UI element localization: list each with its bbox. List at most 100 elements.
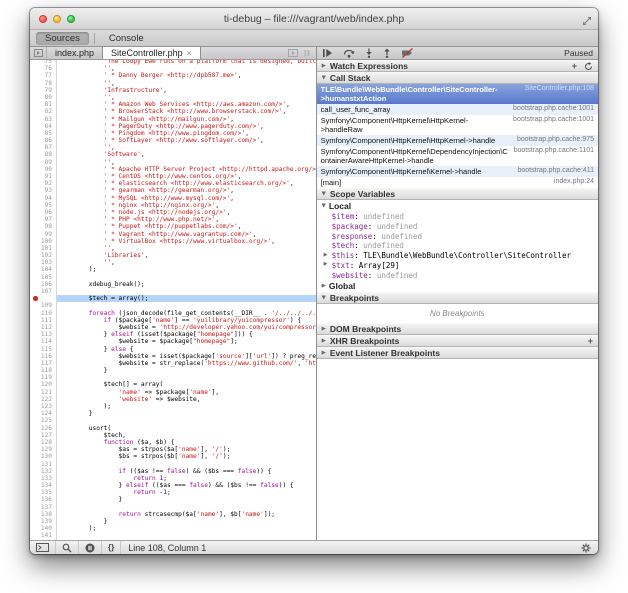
tab-console[interactable]: Console	[100, 32, 153, 45]
code-line-111[interactable]: if ($package['name'] == 'yuilibrary/yuic…	[57, 317, 316, 324]
gutter-line-93[interactable]: 93	[30, 187, 56, 194]
zoom-window-button[interactable]	[67, 15, 75, 23]
code-line-82[interactable]: ' * BrowserStack <http://www.browserstac…	[57, 108, 316, 115]
code-line-116[interactable]: $website = isset($package['source']['url…	[57, 353, 316, 360]
code-line-87[interactable]: '',	[57, 144, 316, 151]
gutter-line-109[interactable]: 109	[30, 302, 56, 309]
gutter-line-78[interactable]: 78	[30, 80, 56, 87]
gutter-line-120[interactable]: 120	[30, 381, 56, 388]
code-line-129[interactable]: $as = strpos($a['name'], '/');	[57, 446, 316, 453]
gutter-line-95[interactable]: 95	[30, 202, 56, 209]
callstack-frame[interactable]: bootstrap.php.cache:1001Symfony\Componen…	[317, 115, 598, 135]
gutter-line-106[interactable]: 106	[30, 281, 56, 288]
code-line-101[interactable]: '',	[57, 245, 316, 252]
scope-variables-header[interactable]: ▼ Scope Variables	[317, 188, 598, 200]
callstack-frame[interactable]: bootstrap.php.cache:1101Symfony\Componen…	[317, 146, 598, 166]
code-line-76[interactable]: '',	[57, 65, 316, 72]
code-line-80[interactable]: '',	[57, 94, 316, 101]
code-line-118[interactable]: }	[57, 367, 316, 374]
gutter-line-118[interactable]: 118	[30, 367, 56, 374]
gutter-line-107[interactable]: 107	[30, 288, 56, 295]
gutter-line-135[interactable]: 135	[30, 489, 56, 496]
refresh-icon[interactable]	[584, 62, 593, 71]
gutter-line-79[interactable]: 79	[30, 87, 56, 94]
gutter-line-102[interactable]: 102	[30, 252, 56, 259]
gutter-line-116[interactable]: 116	[30, 353, 56, 360]
gutter[interactable]: 7576777879808182838485868788899091929394…	[30, 60, 57, 540]
code-line-103[interactable]: '',	[57, 259, 316, 266]
gutter-line-98[interactable]: 98	[30, 223, 56, 230]
gutter-line-139[interactable]: 139	[30, 518, 56, 525]
code-line-124[interactable]: }	[57, 410, 316, 417]
scope-group-header[interactable]: ▶Global	[317, 280, 598, 292]
settings-gear-icon[interactable]	[574, 541, 598, 554]
code-line-131[interactable]	[57, 461, 316, 468]
code-line-84[interactable]: ' * PagerDuty <http://www.pagerduty.com/…	[57, 123, 316, 130]
gutter-line-113[interactable]: 113	[30, 331, 56, 338]
scope-variable[interactable]: ▶$this: TLE\Bundle\WebBundle\Controller\…	[317, 251, 598, 261]
gutter-line-126[interactable]: 126	[30, 425, 56, 432]
gutter-line-99[interactable]: 99	[30, 231, 56, 238]
add-xhr-breakpoint-icon[interactable]: +	[588, 337, 593, 346]
code-line-98[interactable]: ' * Puppet <http://puppetlabs.com/>',	[57, 223, 316, 230]
gutter-line-105[interactable]: 105	[30, 274, 56, 281]
callstack-frame[interactable]: index.php:24[main]	[317, 177, 598, 188]
pause-panel-icon[interactable]	[304, 49, 310, 57]
call-stack-header[interactable]: ▼ Call Stack	[317, 72, 598, 84]
gutter-line-90[interactable]: 90	[30, 166, 56, 173]
code-line-90[interactable]: ' * Apache HTTP Server Project <http://h…	[57, 166, 316, 173]
gutter-line-101[interactable]: 101	[30, 245, 56, 252]
code-line-94[interactable]: ' * MySQL <http://www.mysql.com/>',	[57, 195, 316, 202]
gutter-line-83[interactable]: 83	[30, 116, 56, 123]
gutter-line-89[interactable]: 89	[30, 159, 56, 166]
code-line-139[interactable]: }	[57, 518, 316, 525]
code-line-92[interactable]: ' * elasticsearch <http://www.elasticsea…	[57, 180, 316, 187]
code-line-85[interactable]: ' * Pingdom <http://www.pingdom.com/>',	[57, 130, 316, 137]
gutter-line-87[interactable]: 87	[30, 144, 56, 151]
code-line-79[interactable]: 'Infrastructure',	[57, 87, 316, 94]
pretty-print-button[interactable]: {}	[102, 541, 121, 554]
code-line-96[interactable]: ' * node.js <http://nodejs.org/>',	[57, 209, 316, 216]
tab-sources[interactable]: Sources	[36, 32, 89, 45]
code-line-99[interactable]: ' * Vagrant <http://www.vagrantup.com/>'…	[57, 231, 316, 238]
xhr-breakpoints-header[interactable]: ▶ XHR Breakpoints +	[317, 335, 598, 347]
code-line-141[interactable]	[57, 532, 316, 539]
code-line-121[interactable]: 'name' => $package['name'],	[57, 389, 316, 396]
gutter-line-119[interactable]: 119	[30, 374, 56, 381]
minimize-window-button[interactable]	[53, 15, 61, 23]
resume-button[interactable]	[322, 48, 333, 58]
gutter-line-96[interactable]: 96	[30, 209, 56, 216]
code-line-105[interactable]	[57, 274, 316, 281]
event-listener-breakpoints-header[interactable]: ▶ Event Listener Breakpoints	[317, 347, 598, 359]
code-line-113[interactable]: } elseif (isset($package["homepage"])) {	[57, 331, 316, 338]
code-line-123[interactable]: );	[57, 403, 316, 410]
code-line-134[interactable]: } elseif (($as === false) && ($bs !== fa…	[57, 482, 316, 489]
code-line-133[interactable]: return 1;	[57, 475, 316, 482]
gutter-line-131[interactable]: 131	[30, 461, 56, 468]
code-line-112[interactable]: $website = 'http://developer.yahoo.com/y…	[57, 324, 316, 331]
deactivate-breakpoints-button[interactable]	[401, 48, 414, 58]
gutter-line-115[interactable]: 115	[30, 346, 56, 353]
gutter-line-112[interactable]: 112	[30, 324, 56, 331]
code-line-86[interactable]: ' * SoftLayer <http://www.softlayer.com/…	[57, 137, 316, 144]
code-line-132[interactable]: if (($as !== false) && ($bs === false)) …	[57, 468, 316, 475]
code-lines[interactable]: 'The Loopy Ewe runs on a platform that i…	[57, 60, 316, 540]
code-line-137[interactable]	[57, 504, 316, 511]
code-line-135[interactable]: return -1;	[57, 489, 316, 496]
gutter-line-133[interactable]: 133	[30, 475, 56, 482]
gutter-line-117[interactable]: 117	[30, 360, 56, 367]
gutter-line-111[interactable]: 111	[30, 317, 56, 324]
code-line-110[interactable]: foreach (json_decode(file_get_contents(_…	[57, 310, 316, 317]
code-line-128[interactable]: function ($a, $b) {	[57, 439, 316, 446]
code-line-122[interactable]: 'website' => $website,	[57, 396, 316, 403]
code-line-125[interactable]	[57, 417, 316, 424]
code-editor[interactable]: 7576777879808182838485868788899091929394…	[30, 60, 316, 540]
gutter-line-132[interactable]: 132	[30, 468, 56, 475]
gutter-line-110[interactable]: 110	[30, 310, 56, 317]
gutter-line-97[interactable]: 97	[30, 216, 56, 223]
gutter-line-127[interactable]: 127	[30, 432, 56, 439]
gutter-line-86[interactable]: 86	[30, 137, 56, 144]
callstack-frame[interactable]: bootstrap.php.cache:1001call_user_func_a…	[317, 104, 598, 115]
callstack-frame[interactable]: SiteController.php:108TLE\Bundle\WebBund…	[317, 84, 598, 104]
callstack-frame[interactable]: bootstrap.php.cache:411Symfony\Component…	[317, 166, 598, 177]
